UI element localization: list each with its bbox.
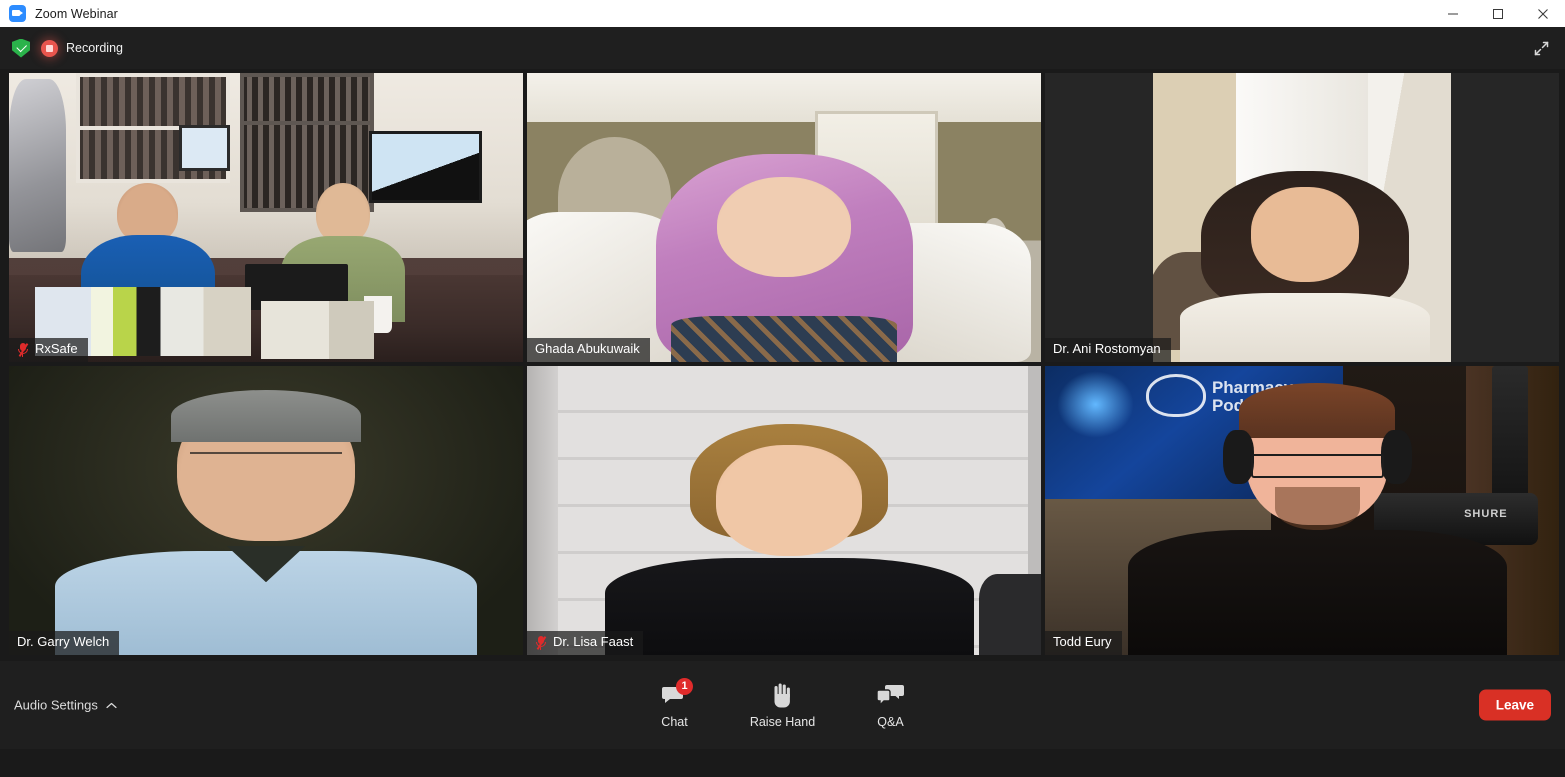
recording-dot-icon	[41, 39, 58, 57]
video-grid: RxSafe Ghada Abukuwaik Dr. Ani Rostomyan…	[0, 69, 1565, 661]
raise-hand-button[interactable]: Raise Hand	[747, 682, 819, 729]
video-tile-ghada-abukuwaik[interactable]: Ghada Abukuwaik	[527, 73, 1041, 362]
audio-settings-label: Audio Settings	[14, 697, 98, 713]
raise-hand-icon	[771, 683, 794, 708]
video-feed: Pharmacy Podcast SHURE	[1045, 366, 1559, 655]
video-tile-dr-ani-rostomyan[interactable]: Dr. Ani Rostomyan	[1045, 73, 1559, 362]
participant-nameplate: Dr. Garry Welch	[9, 631, 120, 655]
video-tile-todd-eury[interactable]: Pharmacy Podcast SHURE Todd Eury	[1045, 366, 1559, 655]
chevron-up-icon[interactable]	[106, 698, 117, 713]
audio-settings-button[interactable]: Audio Settings	[14, 698, 117, 713]
window-controls	[1430, 0, 1565, 27]
webcam-scene	[9, 366, 523, 655]
meeting-status-bar: Recording	[0, 27, 1565, 69]
chat-label: Chat	[661, 714, 688, 729]
minimize-icon[interactable]	[1430, 0, 1475, 27]
leave-button[interactable]: Leave	[1478, 689, 1551, 721]
video-tile-dr-lisa-faast[interactable]: Dr. Lisa Faast	[527, 366, 1041, 655]
participant-nameplate: Dr. Lisa Faast	[527, 631, 644, 655]
green-shield-check-icon[interactable]	[12, 38, 30, 58]
qa-label: Q&A	[877, 714, 904, 729]
chat-unread-badge: 1	[676, 677, 693, 695]
participant-nameplate: Ghada Abukuwaik	[527, 338, 650, 362]
mic-muted-icon	[535, 635, 547, 650]
webcam-scene	[527, 366, 1041, 655]
window-title-bar: Zoom Webinar	[0, 0, 1565, 27]
raise-hand-label: Raise Hand	[749, 714, 816, 729]
window-title: Zoom Webinar	[35, 6, 118, 21]
toolbar-center-controls: 1 Chat Raise Hand Q&A	[639, 677, 927, 729]
webcam-scene	[527, 73, 1041, 362]
video-feed	[527, 366, 1041, 655]
participant-nameplate: Dr. Ani Rostomyan	[1045, 338, 1171, 362]
scene-mic-brand: SHURE	[1464, 507, 1508, 520]
webcam-scene: Pharmacy Podcast SHURE	[1045, 366, 1559, 655]
video-feed	[527, 73, 1041, 362]
webcam-scene	[9, 73, 523, 362]
participant-name: Ghada Abukuwaik	[535, 341, 640, 357]
webcam-scene	[1152, 73, 1452, 362]
chat-button[interactable]: 1 Chat	[639, 677, 711, 729]
meeting-status-left: Recording	[12, 38, 123, 58]
close-icon[interactable]	[1520, 0, 1565, 27]
qa-bubbles-icon	[877, 684, 904, 708]
chat-bubble-icon: 1	[662, 677, 693, 708]
zoom-logo-icon	[9, 5, 26, 22]
recording-label: Recording	[66, 41, 123, 55]
participant-name: Dr. Lisa Faast	[553, 634, 634, 650]
participant-name: Dr. Garry Welch	[17, 634, 110, 650]
maximize-icon[interactable]	[1475, 0, 1520, 27]
participant-name: RxSafe	[35, 341, 78, 357]
participant-name: Todd Eury	[1053, 634, 1112, 650]
qa-button[interactable]: Q&A	[855, 682, 927, 729]
meeting-toolbar: Audio Settings 1 Chat Raise Hand Q&A Lea…	[0, 661, 1565, 749]
video-tile-dr-garry-welch[interactable]: Dr. Garry Welch	[9, 366, 523, 655]
video-feed	[9, 366, 523, 655]
title-bar-left: Zoom Webinar	[0, 5, 118, 22]
mic-muted-icon	[17, 342, 29, 357]
video-tile-rxsafe[interactable]: RxSafe	[9, 73, 523, 362]
enter-full-screen-icon[interactable]	[1529, 36, 1553, 60]
participant-nameplate: Todd Eury	[1045, 631, 1122, 655]
video-feed	[1152, 73, 1452, 362]
participant-name: Dr. Ani Rostomyan	[1053, 341, 1161, 357]
video-feed	[9, 73, 523, 362]
recording-indicator[interactable]: Recording	[41, 39, 123, 57]
participant-nameplate: RxSafe	[9, 338, 88, 362]
